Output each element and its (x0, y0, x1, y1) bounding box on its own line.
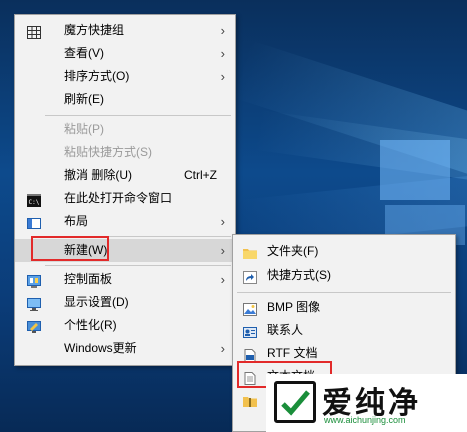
svg-text:C:\: C:\ (29, 199, 40, 206)
menu-item-view[interactable]: 查看(V) › (15, 42, 235, 65)
rtf-document-icon (243, 347, 257, 362)
menu-item-layout[interactable]: 布局 › (15, 210, 235, 233)
submenu-item-label: BMP 图像 (267, 300, 321, 314)
layout-icon (27, 215, 41, 229)
menu-item-label: 魔方快捷组 (64, 23, 125, 37)
submenu-item-label: 文件夹(F) (267, 244, 319, 258)
submenu-item-label: 快捷方式(S) (267, 268, 331, 282)
menu-item-label: 排序方式(O) (64, 69, 130, 83)
menu-item-mofang-shortcut-group[interactable]: 魔方快捷组 › (15, 19, 235, 42)
watermark-url: www.aichunjing.com (324, 415, 406, 425)
menu-item-paste-shortcut[interactable]: 粘贴快捷方式(S) (15, 141, 235, 164)
submenu-item-label: 联系人 (267, 323, 304, 337)
menu-item-label: 控制面板 (64, 272, 113, 286)
menu-item-display-settings[interactable]: 显示设置(D) (15, 291, 235, 314)
menu-item-label: 刷新(E) (64, 92, 104, 106)
submenu-item-contact[interactable]: 联系人 (233, 319, 455, 342)
menu-item-accelerator: Ctrl+Z (184, 168, 217, 182)
submenu-item-rtf-document[interactable]: RTF 文档 (233, 342, 455, 365)
contact-icon (243, 324, 257, 338)
watermark-logo-icon (274, 381, 316, 423)
menu-item-label: 个性化(R) (64, 318, 117, 332)
menu-item-label: 布局 (64, 214, 89, 228)
menu-item-paste[interactable]: 粘贴(P) (15, 118, 235, 141)
menu-separator (45, 236, 231, 237)
menu-item-label: 粘贴快捷方式(S) (64, 145, 152, 159)
command-prompt-icon: C:\ (27, 192, 41, 207)
personalize-icon (27, 319, 41, 333)
menu-item-open-command-window[interactable]: C:\ 在此处打开命令窗口 (15, 187, 235, 210)
chevron-right-icon: › (220, 69, 225, 84)
grid-icon (27, 24, 41, 39)
menu-item-label: 显示设置(D) (64, 295, 129, 309)
menu-item-undo-delete[interactable]: 撤消 删除(U) Ctrl+Z (15, 164, 235, 187)
menu-item-sort-by[interactable]: 排序方式(O) › (15, 65, 235, 88)
compressed-folder-icon (243, 393, 257, 407)
menu-item-refresh[interactable]: 刷新(E) (15, 88, 235, 111)
submenu-item-folder[interactable]: 文件夹(F) (233, 240, 455, 263)
desktop-context-menu: 魔方快捷组 › 查看(V) › 排序方式(O) › 刷新(E) 粘贴(P) 粘贴… (14, 14, 236, 366)
chevron-right-icon: › (220, 214, 225, 229)
menu-item-label: 粘贴(P) (64, 122, 104, 136)
menu-item-new[interactable]: 新建(W) › (15, 239, 235, 262)
shortcut-icon (243, 269, 257, 284)
chevron-right-icon: › (220, 46, 225, 61)
menu-item-label: Windows更新 (64, 341, 137, 355)
menu-item-label: 撤消 删除(U) (64, 168, 132, 182)
watermark: 爱纯净 www.aichunjing.com (266, 374, 467, 432)
menu-separator (45, 265, 231, 266)
chevron-right-icon: › (220, 341, 225, 356)
folder-icon (243, 245, 257, 259)
text-document-icon (243, 370, 257, 385)
menu-item-windows-update[interactable]: Windows更新 › (15, 337, 235, 360)
menu-separator (45, 115, 231, 116)
display-icon (27, 296, 41, 311)
submenu-item-bmp-image[interactable]: BMP 图像 (233, 296, 455, 319)
submenu-item-shortcut[interactable]: 快捷方式(S) (233, 264, 455, 287)
chevron-right-icon: › (220, 272, 225, 287)
chevron-right-icon: › (220, 243, 225, 258)
menu-item-label: 在此处打开命令窗口 (64, 191, 173, 205)
bmp-image-icon (243, 301, 257, 316)
menu-item-label: 新建(W) (64, 243, 108, 257)
menu-item-control-panel[interactable]: 控制面板 › (15, 268, 235, 291)
menu-separator (237, 292, 451, 293)
menu-item-label: 查看(V) (64, 46, 104, 60)
chevron-right-icon: › (220, 23, 225, 38)
submenu-item-label: RTF 文档 (267, 346, 318, 360)
menu-item-personalize[interactable]: 个性化(R) (15, 314, 235, 337)
control-panel-icon (27, 273, 41, 288)
